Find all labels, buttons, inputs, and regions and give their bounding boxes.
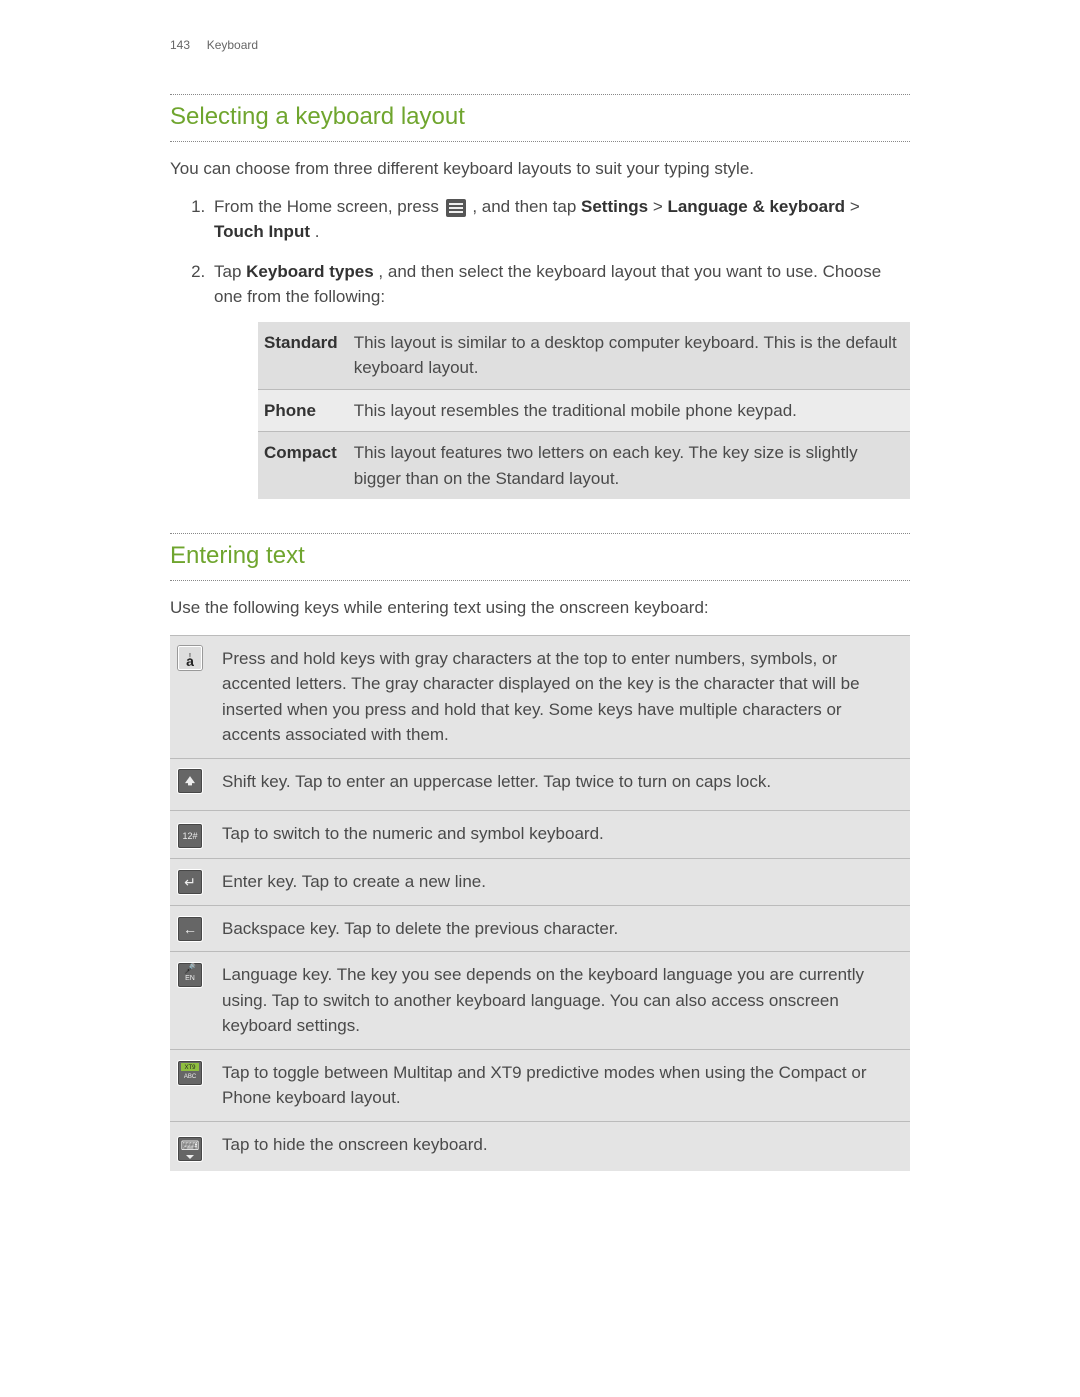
key-desc: Shift key. Tap to enter an uppercase let… [214, 758, 910, 811]
key-label: XT9 [181, 1063, 199, 1071]
key-desc: Press and hold keys with gray characters… [214, 635, 910, 758]
text: > [653, 197, 668, 216]
keyboard-types-table: Standard This layout is similar to a des… [258, 322, 910, 500]
ui-path-language-keyboard: Language & keyboard [667, 197, 845, 216]
section-intro: You can choose from three different keyb… [170, 156, 910, 182]
table-row: 12# Tap to switch to the numeric and sym… [170, 811, 910, 859]
hide-keyboard-key-icon [178, 1137, 202, 1161]
menu-icon [446, 199, 466, 217]
table-row: XT9 ABC Tap to toggle between Multitap a… [170, 1049, 910, 1121]
section-title: Selecting a keyboard layout [170, 99, 910, 135]
row-desc: This layout resembles the traditional mo… [348, 389, 910, 432]
key-desc: Tap to switch to the numeric and symbol … [214, 811, 910, 859]
table-row: 🎤 EN Language key. The key you see depen… [170, 952, 910, 1050]
ui-path-keyboard-types: Keyboard types [246, 262, 374, 281]
text: . [315, 222, 320, 241]
key-cell: a [170, 635, 214, 758]
key-label: ABC [178, 1072, 202, 1080]
divider [170, 533, 910, 534]
section-title: Entering text [170, 538, 910, 574]
step-1: From the Home screen, press , and then t… [210, 194, 910, 245]
text: From the Home screen, press [214, 197, 444, 216]
page-number: 143 [170, 38, 190, 52]
section-entering-text: Entering text Use the following keys whi… [170, 533, 910, 1171]
row-label: Compact [258, 432, 348, 500]
divider [170, 141, 910, 142]
key-label: a [178, 654, 202, 668]
xt9-toggle-key-icon: XT9 ABC [178, 1061, 202, 1085]
key-cell: 🎤 EN [170, 952, 214, 1050]
key-desc: Enter key. Tap to create a new line. [214, 859, 910, 906]
key-desc: Tap to hide the onscreen keyboard. [214, 1121, 910, 1171]
table-row: Shift key. Tap to enter an uppercase let… [170, 758, 910, 811]
enter-key-icon [178, 870, 202, 894]
row-desc: This layout is similar to a desktop comp… [348, 322, 910, 390]
divider [170, 580, 910, 581]
key-desc: Language key. The key you see depends on… [214, 952, 910, 1050]
steps-list: From the Home screen, press , and then t… [170, 194, 910, 500]
table-row: Compact This layout features two letters… [258, 432, 910, 500]
key-cell: 12# [170, 811, 214, 859]
keys-table: a Press and hold keys with gray characte… [170, 635, 910, 1171]
key-cell [170, 758, 214, 811]
section-intro: Use the following keys while entering te… [170, 595, 910, 621]
text: Tap [214, 262, 246, 281]
table-row: Standard This layout is similar to a des… [258, 322, 910, 390]
page-header: 143 Keyboard [170, 36, 910, 54]
text: , and then tap [472, 197, 581, 216]
table-row: Backspace key. Tap to delete the previou… [170, 905, 910, 952]
lang-sublabel: EN [178, 975, 202, 982]
key-desc: Tap to toggle between Multitap and XT9 p… [214, 1049, 910, 1121]
key-cell: XT9 ABC [170, 1049, 214, 1121]
ui-path-settings: Settings [581, 197, 648, 216]
key-cell [170, 859, 214, 906]
row-desc: This layout features two letters on each… [348, 432, 910, 500]
key-desc: Backspace key. Tap to delete the previou… [214, 905, 910, 952]
backspace-key-icon [178, 917, 202, 941]
table-row: Enter key. Tap to create a new line. [170, 859, 910, 906]
page-section-name: Keyboard [207, 38, 258, 52]
row-label: Phone [258, 389, 348, 432]
shift-key-icon [178, 769, 202, 793]
page: 143 Keyboard Selecting a keyboard layout… [0, 0, 1080, 1397]
row-label: Standard [258, 322, 348, 390]
table-row: Phone This layout resembles the traditio… [258, 389, 910, 432]
ui-path-touch-input: Touch Input [214, 222, 310, 241]
text: > [850, 197, 860, 216]
key-cell [170, 905, 214, 952]
language-key-icon: 🎤 EN [178, 963, 202, 987]
step-2: Tap Keyboard types , and then select the… [210, 259, 910, 500]
divider [170, 94, 910, 95]
numeric-symbol-key-icon: 12# [178, 824, 202, 848]
mic-icon: 🎤 [178, 963, 202, 975]
table-row: a Press and hold keys with gray characte… [170, 635, 910, 758]
letter-key-icon: a [178, 646, 202, 670]
table-row: Tap to hide the onscreen keyboard. [170, 1121, 910, 1171]
key-cell [170, 1121, 214, 1171]
